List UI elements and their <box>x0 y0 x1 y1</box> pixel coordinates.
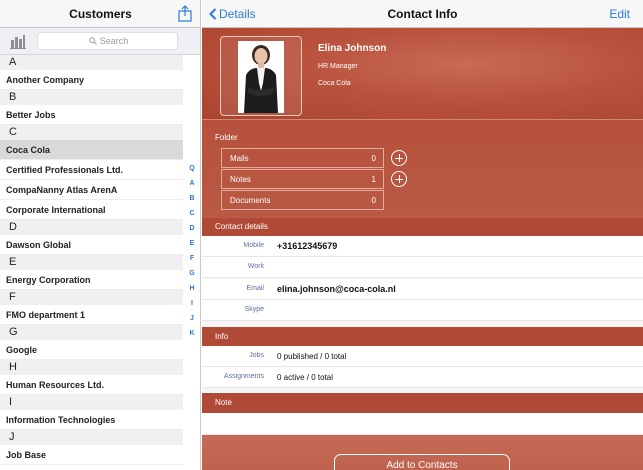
avatar-photo <box>238 41 284 113</box>
section-header: C <box>0 125 183 140</box>
list-item[interactable]: Another Company <box>0 70 183 90</box>
info-heading: Info <box>202 327 643 346</box>
folder-heading: Folder <box>215 133 238 142</box>
list-item[interactable]: Better Jobs <box>0 105 183 125</box>
field-key: Skype <box>244 306 264 313</box>
index-letter[interactable]: G <box>184 266 200 281</box>
search-input[interactable]: Search <box>37 32 178 50</box>
index-letter[interactable]: F <box>184 251 200 266</box>
folder-row-count: 0 <box>371 154 376 163</box>
section-header: I <box>0 395 183 410</box>
list-item[interactable]: Job Base <box>0 445 183 465</box>
add-note-icon[interactable] <box>391 171 407 187</box>
contact-info-pane: Details Contact Info Edit Elina Johnson … <box>202 0 643 470</box>
index-letter[interactable]: J <box>184 311 200 326</box>
index-letter[interactable]: I <box>184 296 200 311</box>
field-value: elina.johnson@coca-cola.nl <box>277 284 396 294</box>
list-item[interactable]: Human Resources Ltd. <box>0 375 183 395</box>
note-heading: Note <box>202 393 643 413</box>
section-header: H <box>0 360 183 375</box>
section-header: F <box>0 290 183 305</box>
folder-row-label: Notes <box>230 175 251 184</box>
folder-row-documents[interactable]: Documents 0 <box>221 190 384 210</box>
page-title: Contact Info <box>387 7 458 21</box>
section-header: D <box>0 220 183 235</box>
contact-name: Elina Johnson <box>318 43 387 54</box>
index-letter[interactable]: Q <box>184 161 200 176</box>
index-letter[interactable]: D <box>184 221 200 236</box>
customers-pane: Customers Search A Another Company B Bet… <box>0 0 201 470</box>
contact-company: Coca Cola <box>318 80 351 87</box>
list-item[interactable]: FMO department 1 <box>0 305 183 325</box>
add-to-contacts-button[interactable]: Add to Contacts <box>334 454 510 470</box>
customers-title: Customers <box>69 7 132 21</box>
field-value: +31612345679 <box>277 241 338 251</box>
folder-section: Folder Mails 0 Notes 1 Documents 0 <box>202 119 643 218</box>
contact-details-heading: Contact details <box>202 218 643 236</box>
customer-list: A Another Company B Better Jobs C Coca Cola Ce… <box>0 55 183 465</box>
list-item[interactable]: Google <box>0 340 183 360</box>
field-key: Work <box>247 263 264 270</box>
list-item[interactable]: Certified Professionals Ltd. <box>0 160 183 180</box>
info-row-assignments[interactable]: Assignments 0 active / 0 total <box>202 367 643 388</box>
list-item[interactable]: Coca Cola <box>0 140 183 160</box>
folder-row-mails[interactable]: Mails 0 <box>221 148 384 168</box>
list-item[interactable]: Information Technologies <box>0 410 183 430</box>
add-mail-icon[interactable] <box>391 150 407 166</box>
section-header: J <box>0 430 183 445</box>
contact-row-email[interactable]: Email elina.johnson@coca-cola.nl <box>202 279 643 300</box>
folder-row-notes[interactable]: Notes 1 <box>221 169 384 189</box>
index-letter[interactable]: B <box>184 191 200 206</box>
index-letter[interactable]: E <box>184 236 200 251</box>
field-key: Assignments <box>223 373 264 380</box>
index-letter[interactable]: C <box>184 206 200 221</box>
info-row-jobs[interactable]: Jobs 0 published / 0 total <box>202 346 643 367</box>
grid-icon[interactable] <box>10 33 26 49</box>
section-header: A <box>0 55 183 70</box>
edit-button[interactable]: Edit <box>609 7 630 21</box>
contact-row-work[interactable]: Work <box>202 257 643 278</box>
customers-nav-bar: Customers <box>0 0 200 28</box>
search-placeholder: Search <box>99 36 129 46</box>
contact-row-mobile[interactable]: Mobile +31612345679 <box>202 236 643 257</box>
field-value: 0 published / 0 total <box>277 352 347 361</box>
contact-role: HR Manager <box>318 63 358 70</box>
folder-row-count: 0 <box>371 196 376 205</box>
alphabet-index[interactable]: QABCDEFGHIJK <box>184 161 200 341</box>
share-icon[interactable] <box>178 5 192 22</box>
list-item[interactable]: CompaNanny Atlas ArenA <box>0 180 183 200</box>
profile-header: Elina Johnson HR Manager Coca Cola <box>202 28 643 119</box>
list-item[interactable]: Corporate International <box>0 200 183 220</box>
field-key: Mobile <box>243 242 264 249</box>
field-key: Jobs <box>249 352 264 359</box>
section-header: E <box>0 255 183 270</box>
section-header: B <box>0 90 183 105</box>
contact-row-skype[interactable]: Skype <box>202 300 643 321</box>
field-key: Email <box>246 285 264 292</box>
note-field[interactable] <box>202 413 643 435</box>
index-letter[interactable]: K <box>184 326 200 341</box>
section-header: G <box>0 325 183 340</box>
index-letter[interactable]: H <box>184 281 200 296</box>
folder-row-label: Documents <box>230 196 271 205</box>
field-value: 0 active / 0 total <box>277 373 334 382</box>
bottom-bar: Add to Contacts <box>202 435 643 470</box>
list-item[interactable]: Energy Corporation <box>0 270 183 290</box>
search-bar: Search <box>0 28 200 55</box>
contact-nav-bar: Details Contact Info Edit <box>202 0 643 28</box>
search-icon <box>89 37 97 45</box>
folder-row-count: 1 <box>371 175 376 184</box>
folder-row-label: Mails <box>230 154 249 163</box>
avatar[interactable] <box>220 36 302 116</box>
index-letter[interactable]: A <box>184 176 200 191</box>
list-item[interactable]: Dawson Global <box>0 235 183 255</box>
